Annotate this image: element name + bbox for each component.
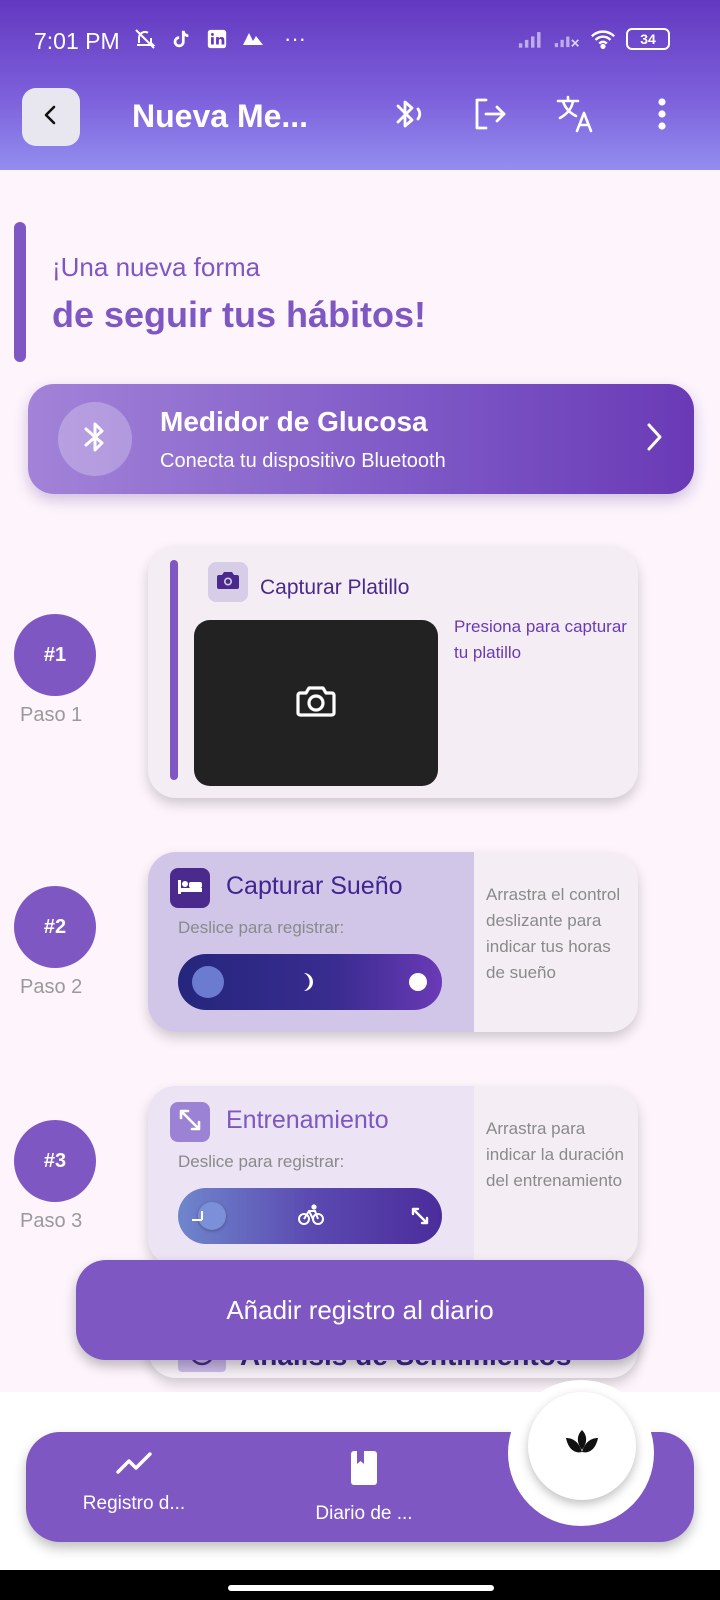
chevron-right-icon <box>644 422 664 457</box>
camera-icon-box <box>208 562 248 602</box>
glucose-subtitle: Conecta tu dispositivo Bluetooth <box>160 450 446 472</box>
wifi-icon <box>590 26 616 52</box>
step-3-label: Paso 3 <box>20 1210 83 1232</box>
nav-item-registro[interactable]: Registro d... <box>44 1450 224 1515</box>
nav-item-diario[interactable]: Diario de ... <box>274 1450 454 1525</box>
timer-icon <box>190 1208 204 1227</box>
moon-icon <box>300 971 318 998</box>
training-title: Entrenamiento <box>226 1106 389 1134</box>
card-accent-bar <box>170 560 178 780</box>
expand-icon <box>410 1206 430 1231</box>
status-bar: 7:01 PM ··· 34 <box>0 18 720 66</box>
status-notifications: ··· <box>132 26 306 52</box>
tiktok-icon <box>168 26 194 52</box>
status-system: 34 <box>518 26 670 52</box>
app-notification-icon <box>240 26 266 52</box>
hero-accent-bar <box>14 222 26 362</box>
camera-icon <box>217 570 239 595</box>
step-1-label: Paso 1 <box>20 704 83 726</box>
step-2-badge: #2 <box>14 886 96 968</box>
logout-icon <box>470 94 510 139</box>
home-fab-button[interactable] <box>528 1392 636 1500</box>
capture-sleep-title: Capturar Sueño <box>226 872 403 900</box>
nav-item-diario-label: Diario de ... <box>315 1503 413 1524</box>
hero-subtitle: ¡Una nueva forma <box>52 252 261 282</box>
bluetooth-icon <box>388 94 428 139</box>
bed-icon <box>177 877 203 900</box>
back-icon <box>39 103 63 132</box>
expand-icon-box <box>170 1102 210 1142</box>
sleep-panel: Capturar Sueño Deslice para registrar: <box>148 852 474 1032</box>
translate-button[interactable] <box>556 95 596 136</box>
translate-icon <box>555 93 597 140</box>
page-title: Nueva Me... <box>132 98 309 134</box>
more-notifications: ··· <box>284 26 306 51</box>
bluetooth-icon <box>80 419 110 460</box>
slider-thumb[interactable] <box>192 966 224 998</box>
training-panel: Entrenamiento Deslice para registrar: <box>148 1086 474 1266</box>
step-1-badge: #1 <box>14 614 96 696</box>
sleep-slider[interactable] <box>178 954 442 1010</box>
bed-icon-box <box>170 868 210 908</box>
trending-up-icon <box>115 1452 153 1480</box>
signal-off-icon <box>554 26 580 52</box>
more-options-button[interactable] <box>642 96 682 136</box>
capture-sleep-card: Capturar Sueño Deslice para registrar: A… <box>148 852 638 1032</box>
glucose-meter-card[interactable]: Medidor de Glucosa Conecta tu dispositiv… <box>28 384 694 494</box>
capture-dish-card: Capturar Platillo Presiona para capturar… <box>148 546 638 798</box>
bluetooth-button[interactable] <box>388 96 428 136</box>
training-card: Entrenamiento Deslice para registrar: Ar… <box>148 1086 638 1266</box>
capture-photo-button[interactable] <box>194 620 438 786</box>
signal-icon <box>518 26 544 52</box>
nav-item-registro-label: Registro d... <box>82 1493 186 1514</box>
app-header: 7:01 PM ··· 34 Nueva Me... <box>0 0 720 170</box>
lotus-icon <box>562 1428 602 1465</box>
bell-off-icon <box>132 26 158 52</box>
add-journal-entry-button[interactable]: Añadir registro al diario <box>76 1260 644 1360</box>
training-slider[interactable] <box>178 1188 442 1244</box>
glucose-title: Medidor de Glucosa <box>160 406 428 437</box>
back-button[interactable] <box>22 88 80 146</box>
training-slider-label: Deslice para registrar: <box>178 1152 345 1171</box>
sun-dot-icon <box>408 972 428 997</box>
sleep-slider-label: Deslice para registrar: <box>178 918 345 937</box>
app-bar: Nueva Me... <box>0 86 720 146</box>
capture-dish-title: Capturar Platillo <box>260 576 410 599</box>
expand-icon <box>177 1107 203 1138</box>
logout-button[interactable] <box>470 96 510 136</box>
capture-dish-hint: Presiona para capturar tu platillo <box>454 617 627 662</box>
capture-sleep-hint: Arrastra el control deslizante para indi… <box>486 885 621 982</box>
camera-icon <box>296 683 336 724</box>
book-icon <box>349 1451 379 1490</box>
status-time: 7:01 PM <box>34 28 120 54</box>
bicycle-icon <box>298 1204 324 1231</box>
more-vert-icon <box>657 97 667 136</box>
training-hint: Arrastra para indicar la duración del en… <box>486 1119 624 1190</box>
step-3-badge: #3 <box>14 1120 96 1202</box>
bluetooth-circle <box>58 402 132 476</box>
hero-title: de seguir tus hábitos! <box>52 294 427 335</box>
step-2-label: Paso 2 <box>20 976 83 998</box>
linkedin-icon <box>204 26 230 52</box>
battery-indicator: 34 <box>626 28 670 50</box>
gesture-handle[interactable] <box>228 1585 494 1591</box>
